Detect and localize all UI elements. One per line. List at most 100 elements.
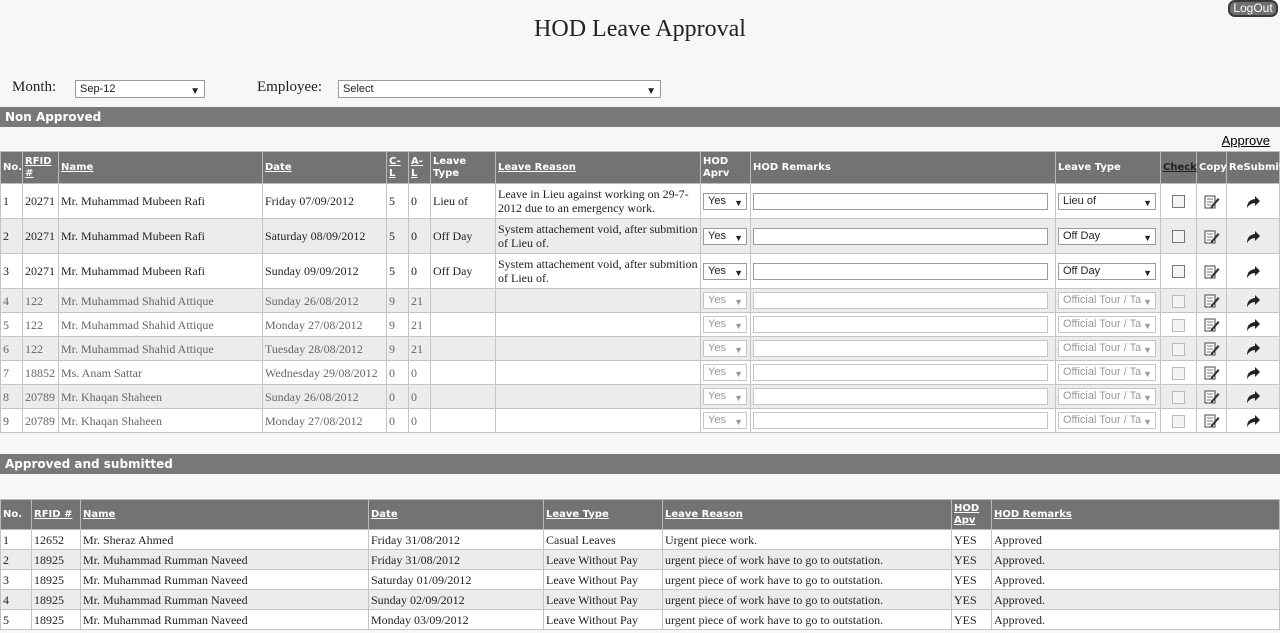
resubmit-arrow-icon[interactable]: [1245, 230, 1261, 244]
col-header-cl[interactable]: C-L: [386, 151, 409, 184]
approve-checkbox[interactable]: [1172, 195, 1185, 209]
chevron-down-icon: ▼: [734, 345, 743, 355]
cell-hod-aprv: Yes ▼: [700, 336, 751, 361]
approved-col-header-leave-reason[interactable]: Leave Reason: [662, 499, 952, 530]
leave-type-select[interactable]: Off Day ▼: [1058, 227, 1156, 245]
chevron-down-icon: ▼: [190, 86, 200, 97]
hod-aprv-select[interactable]: Yes ▼: [703, 192, 747, 210]
cell-date: Monday 03/09/2012: [368, 609, 544, 630]
col-header-leave-reason[interactable]: Leave Reason: [495, 151, 701, 184]
cell-al: 0: [408, 253, 431, 289]
table-row: 3 20271 Mr. Muhammad Mubeen Rafi Sunday 09/…: [0, 253, 1280, 289]
approved-col-header-name[interactable]: Name: [80, 499, 369, 530]
approved-col-header-no: No.: [0, 499, 32, 530]
cell-al: 21: [408, 336, 431, 361]
leave-type-select[interactable]: Official Tour / Ta ▼: [1058, 388, 1156, 405]
hod-aprv-select[interactable]: Yes ▼: [703, 292, 747, 309]
leave-type-select[interactable]: Official Tour / Ta ▼: [1058, 340, 1156, 357]
approved-col-header-hod-apv[interactable]: HOD Apv: [951, 499, 992, 530]
approved-col-header-hod-remarks[interactable]: HOD Remarks: [991, 499, 1280, 530]
approve-checkbox[interactable]: [1172, 265, 1185, 279]
resubmit-arrow-icon[interactable]: [1245, 390, 1261, 404]
month-select[interactable]: Sep-12 ▼: [75, 80, 205, 98]
cell-leave-reason: urgent piece of work have to go to outst…: [662, 549, 952, 570]
employee-select[interactable]: Select ▼: [338, 80, 661, 98]
leave-type-select[interactable]: Official Tour / Ta ▼: [1058, 316, 1156, 333]
edit-pencil-icon[interactable]: [1204, 366, 1220, 380]
approve-checkbox[interactable]: [1172, 294, 1185, 308]
cell-leave-reason: urgent piece of work have to go to outst…: [662, 569, 952, 590]
chevron-down-icon: ▼: [734, 297, 743, 307]
col-header-rfid[interactable]: RFID #: [22, 151, 59, 184]
hod-aprv-select[interactable]: Yes ▼: [703, 364, 747, 381]
hod-remarks-input[interactable]: [753, 227, 1048, 245]
hod-remarks-input[interactable]: [753, 316, 1048, 333]
resubmit-arrow-icon[interactable]: [1245, 414, 1261, 428]
leave-type-select[interactable]: Official Tour / Ta ▼: [1058, 292, 1156, 309]
edit-pencil-icon[interactable]: [1204, 195, 1220, 209]
cell-copy: [1196, 360, 1227, 385]
approve-checkbox[interactable]: [1172, 342, 1185, 356]
leave-type-select[interactable]: Off Day ▼: [1058, 262, 1156, 280]
edit-pencil-icon[interactable]: [1204, 230, 1220, 244]
col-header-name[interactable]: Name: [58, 151, 263, 184]
hod-remarks-input[interactable]: [753, 192, 1048, 210]
cell-hod-aprv: Yes ▼: [700, 218, 751, 254]
hod-aprv-select-value: Yes: [708, 342, 726, 354]
cell-name: Mr. Muhammad Rumman Naveed: [80, 589, 369, 610]
cell-hod-apv: YES: [951, 589, 992, 610]
cell-hod-aprv: Yes ▼: [700, 312, 751, 337]
edit-pencil-icon[interactable]: [1204, 318, 1220, 332]
edit-pencil-icon[interactable]: [1204, 390, 1220, 404]
cell-copy: [1196, 384, 1227, 409]
resubmit-arrow-icon[interactable]: [1245, 342, 1261, 356]
approved-col-header-date[interactable]: Date: [368, 499, 544, 530]
hod-remarks-input[interactable]: [753, 388, 1048, 405]
edit-pencil-icon[interactable]: [1204, 294, 1220, 308]
resubmit-arrow-icon[interactable]: [1245, 265, 1261, 279]
cell-check: [1160, 360, 1197, 385]
col-header-check[interactable]: Check: [1160, 151, 1197, 184]
approve-link[interactable]: Approve: [1222, 133, 1270, 148]
edit-pencil-icon[interactable]: [1204, 414, 1220, 428]
approve-checkbox[interactable]: [1172, 230, 1185, 244]
approve-checkbox[interactable]: [1172, 390, 1185, 404]
hod-remarks-input[interactable]: [753, 364, 1048, 381]
resubmit-arrow-icon[interactable]: [1245, 366, 1261, 380]
leave-type-select[interactable]: Lieu of ▼: [1058, 192, 1156, 210]
leave-type-select-value: Official Tour / Ta: [1063, 318, 1142, 330]
leave-type-select-value: Official Tour / Ta: [1063, 294, 1142, 306]
hod-aprv-select[interactable]: Yes ▼: [703, 262, 747, 280]
resubmit-arrow-icon[interactable]: [1245, 294, 1261, 308]
approve-checkbox[interactable]: [1172, 366, 1185, 380]
hod-aprv-select[interactable]: Yes ▼: [703, 340, 747, 357]
col-header-date[interactable]: Date: [262, 151, 387, 184]
hod-aprv-select-value: Yes: [708, 390, 726, 402]
resubmit-arrow-icon[interactable]: [1245, 318, 1261, 332]
leave-type-select[interactable]: Official Tour / Ta ▼: [1058, 412, 1156, 429]
resubmit-arrow-icon[interactable]: [1245, 195, 1261, 209]
approved-col-header-rfid[interactable]: RFID #: [31, 499, 81, 530]
hod-remarks-input[interactable]: [753, 262, 1048, 280]
table-row: 2 20271 Mr. Muhammad Mubeen Rafi Saturday 0…: [0, 218, 1280, 254]
cell-leave-reason: [495, 336, 701, 361]
hod-remarks-input[interactable]: [753, 340, 1048, 357]
approve-checkbox[interactable]: [1172, 414, 1185, 428]
cell-no: 8: [0, 384, 23, 409]
hod-remarks-input[interactable]: [753, 412, 1048, 429]
col-header-al[interactable]: A-L: [408, 151, 431, 184]
hod-aprv-select[interactable]: Yes ▼: [703, 227, 747, 245]
approved-col-header-leave-type[interactable]: Leave Type: [543, 499, 663, 530]
hod-aprv-select[interactable]: Yes ▼: [703, 412, 747, 429]
month-label: Month:: [12, 79, 57, 95]
col-header-hod-aprv: HOD Aprv: [700, 151, 751, 184]
logout-button[interactable]: LogOut: [1228, 0, 1278, 17]
hod-aprv-select[interactable]: Yes ▼: [703, 388, 747, 405]
leave-type-select[interactable]: Official Tour / Ta ▼: [1058, 364, 1156, 381]
hod-remarks-input[interactable]: [753, 292, 1048, 309]
cell-resubmit: [1226, 288, 1280, 313]
edit-pencil-icon[interactable]: [1204, 342, 1220, 356]
edit-pencil-icon[interactable]: [1204, 265, 1220, 279]
hod-aprv-select[interactable]: Yes ▼: [703, 316, 747, 333]
approve-checkbox[interactable]: [1172, 318, 1185, 332]
